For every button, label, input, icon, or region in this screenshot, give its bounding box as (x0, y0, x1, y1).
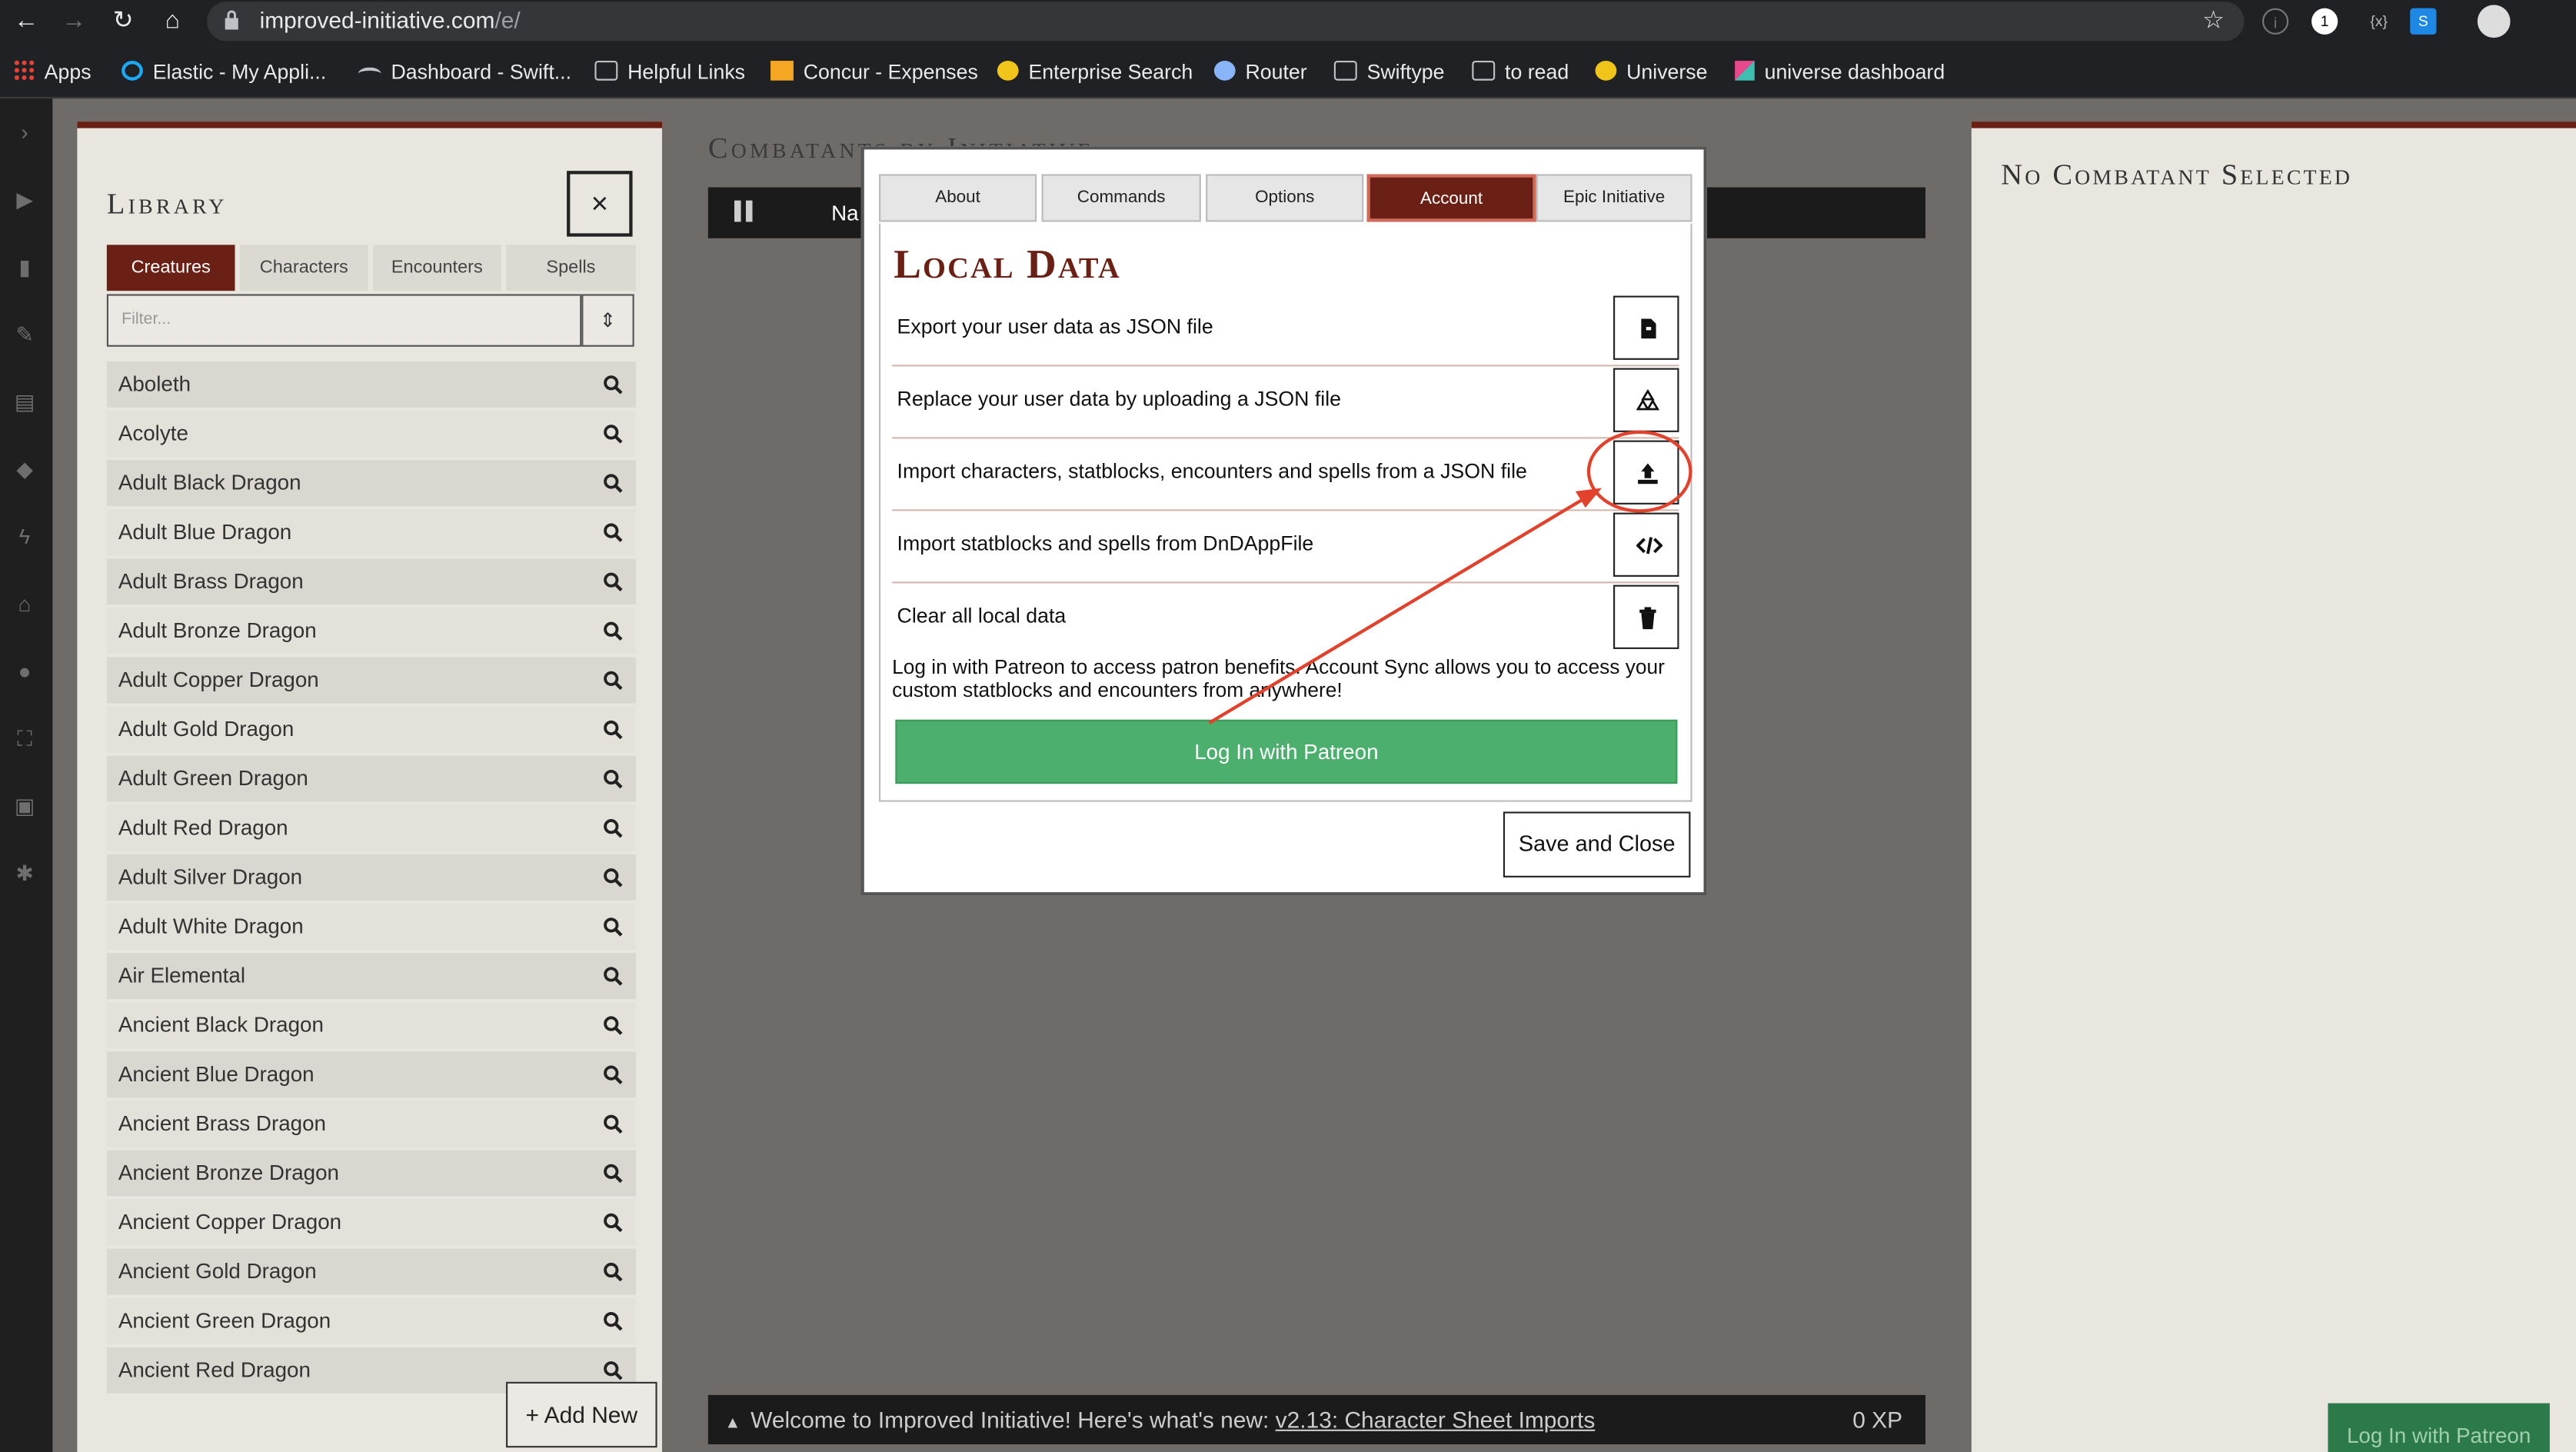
highlight-circle (1586, 430, 1692, 513)
annotation-arrowhead (1575, 488, 1603, 508)
annotation-arrow-line (1208, 496, 1586, 724)
annotation-overlay (1208, 430, 1692, 724)
